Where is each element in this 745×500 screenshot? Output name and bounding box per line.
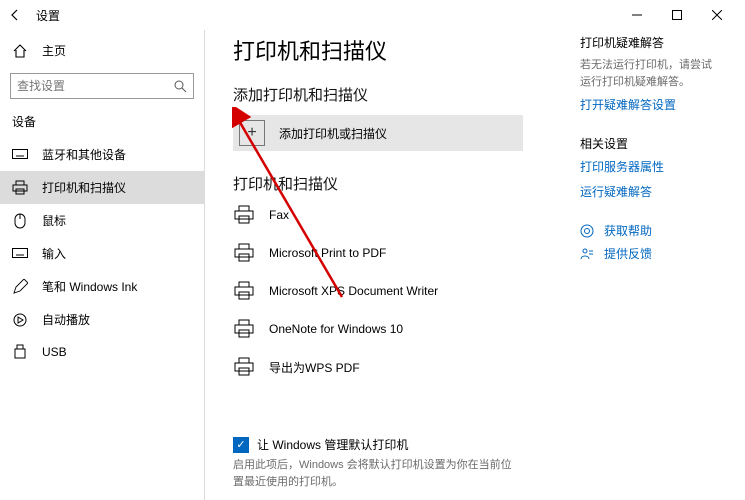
printer-label: OneNote for Windows 10 [269,322,403,336]
help-icon [580,224,594,238]
printer-item[interactable]: Microsoft Print to PDF [233,242,562,264]
printer-item[interactable]: Microsoft XPS Document Writer [233,280,562,302]
main-content: 打印机和扫描仪 添加打印机和扫描仪 + 添加打印机或扫描仪 打印机和扫描仪 Fa… [233,34,562,490]
printer-icon [233,242,255,264]
sidebar-item-usb[interactable]: USB [0,336,204,368]
printer-icon [233,204,255,226]
printer-item[interactable]: OneNote for Windows 10 [233,318,562,340]
sidebar-item-label: 输入 [42,245,66,262]
pen-icon [12,279,28,295]
sidebar: 主页 设备 蓝牙和其他设备 打印机和扫描仪 鼠标 输入 笔和 Windows I… [0,30,205,500]
usb-icon [12,344,28,360]
default-printer-checkbox[interactable]: ✓ 让 Windows 管理默认打印机 [233,436,562,453]
search-box[interactable] [10,73,194,99]
page-title: 打印机和扫描仪 [233,34,562,66]
printer-item[interactable]: 导出为WPS PDF [233,356,562,378]
maximize-button[interactable] [657,0,697,30]
sidebar-item-label: 笔和 Windows Ink [42,278,137,295]
close-button[interactable] [697,0,737,30]
related-head: 相关设置 [580,135,717,152]
titlebar: 设置 [0,0,745,30]
printer-icon [233,318,255,340]
troubleshoot-link[interactable]: 打开疑难解答设置 [580,96,717,113]
printer-label: Microsoft Print to PDF [269,246,386,260]
sidebar-item-label: USB [42,345,67,359]
get-help-link[interactable]: 获取帮助 [604,222,652,239]
home-link[interactable]: 主页 [0,36,204,65]
checkbox-label: 让 Windows 管理默认打印机 [257,436,408,453]
troubleshoot-head: 打印机疑难解答 [580,34,717,51]
section-label: 设备 [0,113,204,138]
feedback-link[interactable]: 提供反馈 [604,245,652,262]
sidebar-item-label: 蓝牙和其他设备 [42,146,126,163]
printer-icon [12,180,28,196]
printer-icon [233,356,255,378]
window-title: 设置 [36,7,60,24]
add-printer-button[interactable]: + 添加打印机或扫描仪 [233,115,523,151]
run-troubleshoot-link[interactable]: 运行疑难解答 [580,183,717,200]
keyboard-icon [12,147,28,163]
printer-icon [233,280,255,302]
troubleshoot-desc: 若无法运行打印机，请尝试运行打印机疑难解答。 [580,57,717,90]
search-input[interactable] [17,79,173,93]
keyboard-icon [12,246,28,262]
sidebar-item-label: 鼠标 [42,212,66,229]
add-section-head: 添加打印机和扫描仪 [233,84,562,105]
back-button[interactable] [8,8,22,22]
printer-label: 导出为WPS PDF [269,359,360,376]
home-label: 主页 [42,42,66,59]
feedback-icon [580,247,594,261]
printer-label: Microsoft XPS Document Writer [269,284,438,298]
minimize-button[interactable] [617,0,657,30]
sidebar-item-mouse[interactable]: 鼠标 [0,204,204,237]
printer-label: Fax [269,208,289,222]
default-printer-desc: 启用此项后，Windows 会将默认打印机设置为你在当前位置最近使用的打印机。 [233,457,513,490]
sidebar-item-pen[interactable]: 笔和 Windows Ink [0,270,204,303]
mouse-icon [12,213,28,229]
list-section-head: 打印机和扫描仪 [233,173,562,194]
sidebar-item-label: 自动播放 [42,311,90,328]
plus-icon: + [239,120,265,146]
sidebar-item-label: 打印机和扫描仪 [42,179,126,196]
sidebar-item-input[interactable]: 输入 [0,237,204,270]
home-icon [12,43,28,59]
checkbox-icon: ✓ [233,437,249,453]
search-icon [173,79,187,93]
sidebar-item-autoplay[interactable]: 自动播放 [0,303,204,336]
right-column: 打印机疑难解答 若无法运行打印机，请尝试运行打印机疑难解答。 打开疑难解答设置 … [562,34,717,490]
autoplay-icon [12,312,28,328]
print-server-link[interactable]: 打印服务器属性 [580,158,717,175]
sidebar-item-bluetooth[interactable]: 蓝牙和其他设备 [0,138,204,171]
add-printer-label: 添加打印机或扫描仪 [279,125,387,142]
sidebar-item-printers[interactable]: 打印机和扫描仪 [0,171,204,204]
printer-item[interactable]: Fax [233,204,562,226]
